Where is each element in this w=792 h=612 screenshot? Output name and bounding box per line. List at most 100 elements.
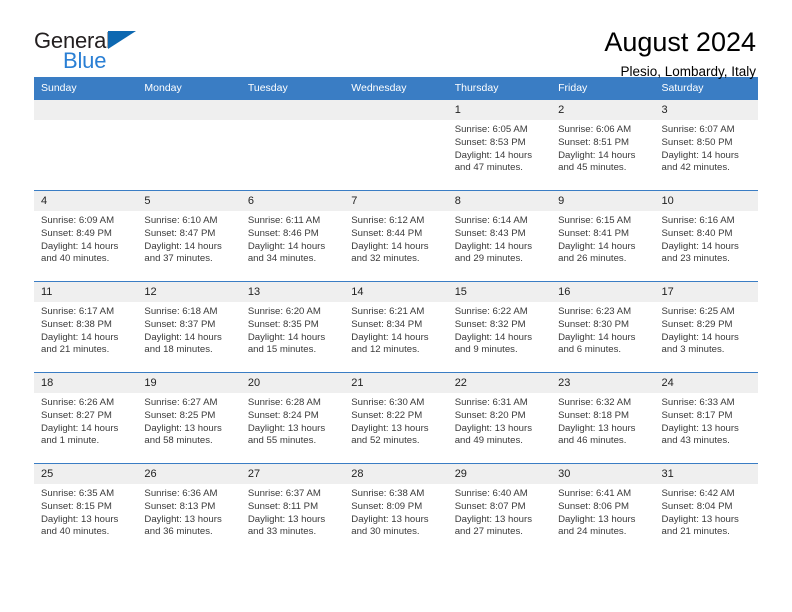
day-cell[interactable]: 7 Sunrise: 6:12 AM Sunset: 8:44 PM Dayli… — [344, 190, 448, 282]
day-number: 22 — [447, 373, 552, 393]
day-details: Sunrise: 6:40 AM Sunset: 8:07 PM Dayligh… — [448, 484, 551, 539]
sunset-text: Sunset: 8:09 PM — [351, 500, 423, 512]
daylight-text-line1: Daylight: 13 hours — [247, 513, 326, 525]
day-cell[interactable]: 31 Sunrise: 6:42 AM Sunset: 8:04 PM Dayl… — [654, 463, 758, 554]
day-number: 21 — [344, 373, 448, 393]
day-details: Sunrise: 6:41 AM Sunset: 8:06 PM Dayligh… — [551, 484, 654, 539]
sunrise-text: Sunrise: 6:42 AM — [661, 488, 735, 499]
day-cell[interactable]: 18 Sunrise: 6:26 AM Sunset: 8:27 PM Dayl… — [34, 372, 138, 464]
daylight-text-line2: and 40 minutes. — [41, 253, 110, 265]
daylight-text-line2: and 36 minutes. — [144, 526, 213, 538]
sunrise-text: Sunrise: 6:27 AM — [144, 397, 218, 408]
day-cell[interactable]: 12 Sunrise: 6:18 AM Sunset: 8:37 PM Dayl… — [137, 281, 241, 373]
week-row: 25 Sunrise: 6:35 AM Sunset: 8:15 PM Dayl… — [34, 463, 758, 554]
day-cell[interactable]: 2 Sunrise: 6:06 AM Sunset: 8:51 PM Dayli… — [551, 100, 655, 191]
daylight-text-line1: Daylight: 14 hours — [351, 331, 429, 343]
daylight-text-line1: Daylight: 14 hours — [247, 240, 326, 252]
weekday-header-thursday: Thursday — [447, 77, 552, 100]
sunrise-text: Sunrise: 6:09 AM — [41, 215, 115, 226]
sunset-text: Sunset: 8:20 PM — [454, 409, 526, 421]
day-cell[interactable]: 30 Sunrise: 6:41 AM Sunset: 8:06 PM Dayl… — [551, 463, 655, 554]
day-cell[interactable]: 11 Sunrise: 6:17 AM Sunset: 8:38 PM Dayl… — [34, 281, 138, 373]
day-cell[interactable] — [137, 100, 241, 191]
day-details: Sunrise: 6:22 AM Sunset: 8:32 PM Dayligh… — [448, 302, 551, 357]
day-details: Sunrise: 6:28 AM Sunset: 8:24 PM Dayligh… — [241, 393, 344, 448]
day-cell[interactable]: 25 Sunrise: 6:35 AM Sunset: 8:15 PM Dayl… — [34, 463, 138, 554]
sunset-text: Sunset: 8:35 PM — [247, 318, 319, 330]
daylight-text-line2: and 49 minutes. — [454, 435, 523, 447]
day-cell[interactable]: 8 Sunrise: 6:14 AM Sunset: 8:43 PM Dayli… — [447, 190, 552, 282]
day-cell[interactable]: 15 Sunrise: 6:22 AM Sunset: 8:32 PM Dayl… — [447, 281, 552, 373]
sunrise-text: Sunrise: 6:22 AM — [454, 306, 528, 317]
day-cell[interactable]: 3 Sunrise: 6:07 AM Sunset: 8:50 PM Dayli… — [654, 100, 758, 191]
day-number — [34, 100, 138, 120]
day-cell[interactable]: 28 Sunrise: 6:38 AM Sunset: 8:09 PM Dayl… — [344, 463, 448, 554]
day-cell[interactable]: 23 Sunrise: 6:32 AM Sunset: 8:18 PM Dayl… — [551, 372, 655, 464]
day-cell[interactable]: 10 Sunrise: 6:16 AM Sunset: 8:40 PM Dayl… — [654, 190, 758, 282]
day-details: Sunrise: 6:37 AM Sunset: 8:11 PM Dayligh… — [241, 484, 344, 539]
day-cell[interactable]: 14 Sunrise: 6:21 AM Sunset: 8:34 PM Dayl… — [344, 281, 448, 373]
day-details: Sunrise: 6:14 AM Sunset: 8:43 PM Dayligh… — [448, 211, 551, 266]
day-cell[interactable]: 13 Sunrise: 6:20 AM Sunset: 8:35 PM Dayl… — [240, 281, 345, 373]
day-cell[interactable]: 5 Sunrise: 6:10 AM Sunset: 8:47 PM Dayli… — [137, 190, 241, 282]
weekday-header-sunday: Sunday — [34, 77, 138, 100]
weekday-header-monday: Monday — [137, 77, 241, 100]
day-cell[interactable]: 22 Sunrise: 6:31 AM Sunset: 8:20 PM Dayl… — [447, 372, 552, 464]
daylight-text-line2: and 55 minutes. — [247, 435, 317, 447]
day-cell[interactable]: 20 Sunrise: 6:28 AM Sunset: 8:24 PM Dayl… — [240, 372, 345, 464]
daylight-text-line2: and 21 minutes. — [661, 526, 730, 538]
day-number: 4 — [34, 191, 138, 211]
day-cell[interactable]: 26 Sunrise: 6:36 AM Sunset: 8:13 PM Dayl… — [137, 463, 241, 554]
day-number: 14 — [344, 282, 448, 302]
day-cell[interactable]: 9 Sunrise: 6:15 AM Sunset: 8:41 PM Dayli… — [551, 190, 655, 282]
day-cell[interactable]: 19 Sunrise: 6:27 AM Sunset: 8:25 PM Dayl… — [137, 372, 241, 464]
sunset-text: Sunset: 8:49 PM — [41, 227, 112, 239]
sunrise-text: Sunrise: 6:11 AM — [247, 215, 321, 226]
sunrise-text: Sunrise: 6:40 AM — [454, 488, 528, 499]
day-cell[interactable]: 6 Sunrise: 6:11 AM Sunset: 8:46 PM Dayli… — [240, 190, 345, 282]
daylight-text-line2: and 18 minutes. — [144, 344, 213, 356]
day-details: Sunrise: 6:32 AM Sunset: 8:18 PM Dayligh… — [551, 393, 654, 448]
daylight-text-line2: and 30 minutes. — [351, 526, 420, 538]
day-number: 11 — [34, 282, 138, 302]
day-details: Sunrise: 6:31 AM Sunset: 8:20 PM Dayligh… — [448, 393, 551, 448]
daylight-text-line1: Daylight: 14 hours — [41, 240, 119, 252]
day-cell[interactable]: 27 Sunrise: 6:37 AM Sunset: 8:11 PM Dayl… — [240, 463, 345, 554]
daylight-text-line2: and 52 minutes. — [351, 435, 420, 447]
weekday-header-tuesday: Tuesday — [240, 77, 345, 100]
general-blue-logo[interactable]: General Blue — [34, 26, 146, 74]
day-cell[interactable] — [34, 100, 138, 191]
sunset-text: Sunset: 8:15 PM — [41, 500, 112, 512]
day-cell[interactable]: 4 Sunrise: 6:09 AM Sunset: 8:49 PM Dayli… — [34, 190, 138, 282]
day-details: Sunrise: 6:33 AM Sunset: 8:17 PM Dayligh… — [655, 393, 758, 448]
sunrise-text: Sunrise: 6:35 AM — [41, 488, 115, 499]
day-cell[interactable]: 21 Sunrise: 6:30 AM Sunset: 8:22 PM Dayl… — [344, 372, 448, 464]
sunrise-text: Sunrise: 6:05 AM — [454, 124, 528, 135]
daylight-text-line1: Daylight: 13 hours — [247, 422, 326, 434]
sunset-text: Sunset: 8:22 PM — [351, 409, 423, 421]
daylight-text-line2: and 47 minutes. — [454, 162, 523, 174]
day-cell[interactable]: 17 Sunrise: 6:25 AM Sunset: 8:29 PM Dayl… — [654, 281, 758, 373]
day-cell[interactable]: 29 Sunrise: 6:40 AM Sunset: 8:07 PM Dayl… — [447, 463, 552, 554]
sunrise-text: Sunrise: 6:32 AM — [558, 397, 632, 408]
day-cell[interactable]: 16 Sunrise: 6:23 AM Sunset: 8:30 PM Dayl… — [551, 281, 655, 373]
day-cell[interactable]: 1 Sunrise: 6:05 AM Sunset: 8:53 PM Dayli… — [447, 100, 552, 191]
day-details: Sunrise: 6:06 AM Sunset: 8:51 PM Dayligh… — [551, 120, 654, 175]
day-cell[interactable] — [240, 100, 345, 191]
sunset-text: Sunset: 8:11 PM — [247, 500, 319, 512]
title-block: August 2024 Plesio, Lombardy, Italy — [604, 26, 758, 81]
sunrise-text: Sunrise: 6:31 AM — [454, 397, 528, 408]
day-details: Sunrise: 6:23 AM Sunset: 8:30 PM Dayligh… — [551, 302, 654, 357]
week-row: 4 Sunrise: 6:09 AM Sunset: 8:49 PM Dayli… — [34, 190, 758, 282]
sunset-text: Sunset: 8:30 PM — [558, 318, 630, 330]
day-number: 26 — [137, 464, 241, 484]
daylight-text-line2: and 9 minutes. — [454, 344, 518, 356]
sunrise-text: Sunrise: 6:38 AM — [351, 488, 425, 499]
daylight-text-line1: Daylight: 14 hours — [661, 331, 739, 343]
day-number: 7 — [344, 191, 448, 211]
day-cell[interactable]: 24 Sunrise: 6:33 AM Sunset: 8:17 PM Dayl… — [654, 372, 758, 464]
day-cell[interactable] — [344, 100, 448, 191]
daylight-text-line2: and 26 minutes. — [558, 253, 627, 265]
day-number: 30 — [551, 464, 655, 484]
daylight-text-line2: and 34 minutes. — [247, 253, 317, 265]
